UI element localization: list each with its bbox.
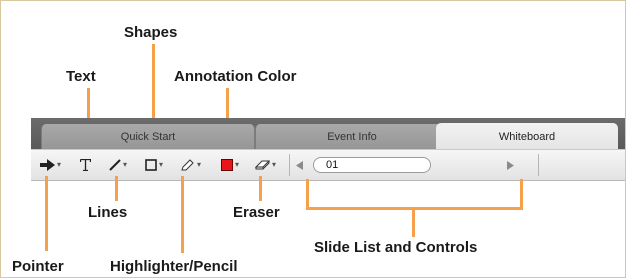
chevron-down-icon: ▾ (235, 160, 240, 169)
callout-line-lines (115, 176, 118, 201)
screenshot-frame: Shapes Text Annotation Color Lines Erase… (0, 0, 626, 278)
tab-strip: Quick Start Event Info Whiteboard (31, 118, 625, 150)
shapes-tool[interactable]: ▾ (145, 150, 163, 180)
tab-quick-start[interactable]: Quick Start (41, 124, 255, 149)
rectangle-icon (145, 159, 157, 171)
text-tool[interactable] (80, 150, 91, 180)
callout-text: Text (66, 68, 96, 85)
color-swatch-icon (221, 159, 233, 171)
chevron-down-icon: ▾ (272, 160, 277, 169)
line-icon (109, 159, 121, 171)
chevron-down-icon: ▾ (159, 160, 164, 169)
whiteboard-toolbar: ▾ ▾ ▾ ▾ ▾ ▾ 01 (31, 149, 625, 181)
callout-line-eraser (259, 176, 262, 201)
callout-lines: Lines (88, 204, 128, 221)
callout-slide-list-controls: Slide List and Controls (314, 239, 478, 256)
chevron-down-icon: ▾ (57, 160, 62, 169)
callout-line-highlighter-pencil (181, 176, 184, 253)
toolbar-separator (538, 154, 539, 176)
chevron-down-icon: ▾ (123, 160, 128, 169)
callout-pointer: Pointer (12, 258, 64, 275)
annotation-color-tool[interactable]: ▾ (221, 150, 239, 180)
slide-list-input[interactable] (313, 157, 431, 173)
eraser-icon (255, 160, 270, 170)
arrow-right-icon (40, 159, 55, 171)
callout-annotation-color: Annotation Color (174, 68, 297, 85)
callout-shapes: Shapes (124, 24, 178, 41)
text-t-icon (80, 159, 91, 171)
pointer-tool[interactable]: ▾ (40, 150, 61, 180)
callout-highlighter-pencil: Highlighter/Pencil (110, 258, 238, 275)
tab-whiteboard[interactable]: Whiteboard (436, 123, 618, 150)
pencil-icon (181, 159, 194, 171)
callout-line-slide-list (412, 207, 415, 237)
next-slide-button[interactable] (507, 150, 514, 180)
callout-bracket-left (306, 179, 309, 209)
triangle-right-icon (507, 160, 514, 170)
previous-slide-button[interactable] (296, 150, 303, 180)
toolbar-separator (289, 154, 290, 176)
callout-eraser: Eraser (233, 204, 280, 221)
lines-tool[interactable]: ▾ (109, 150, 127, 180)
tab-event-info[interactable]: Event Info (255, 124, 449, 149)
callout-line-pointer (45, 176, 48, 251)
triangle-left-icon (296, 160, 303, 170)
callout-bracket-right (520, 179, 523, 209)
chevron-down-icon: ▾ (197, 160, 202, 169)
highlighter-pencil-tool[interactable]: ▾ (181, 150, 201, 180)
